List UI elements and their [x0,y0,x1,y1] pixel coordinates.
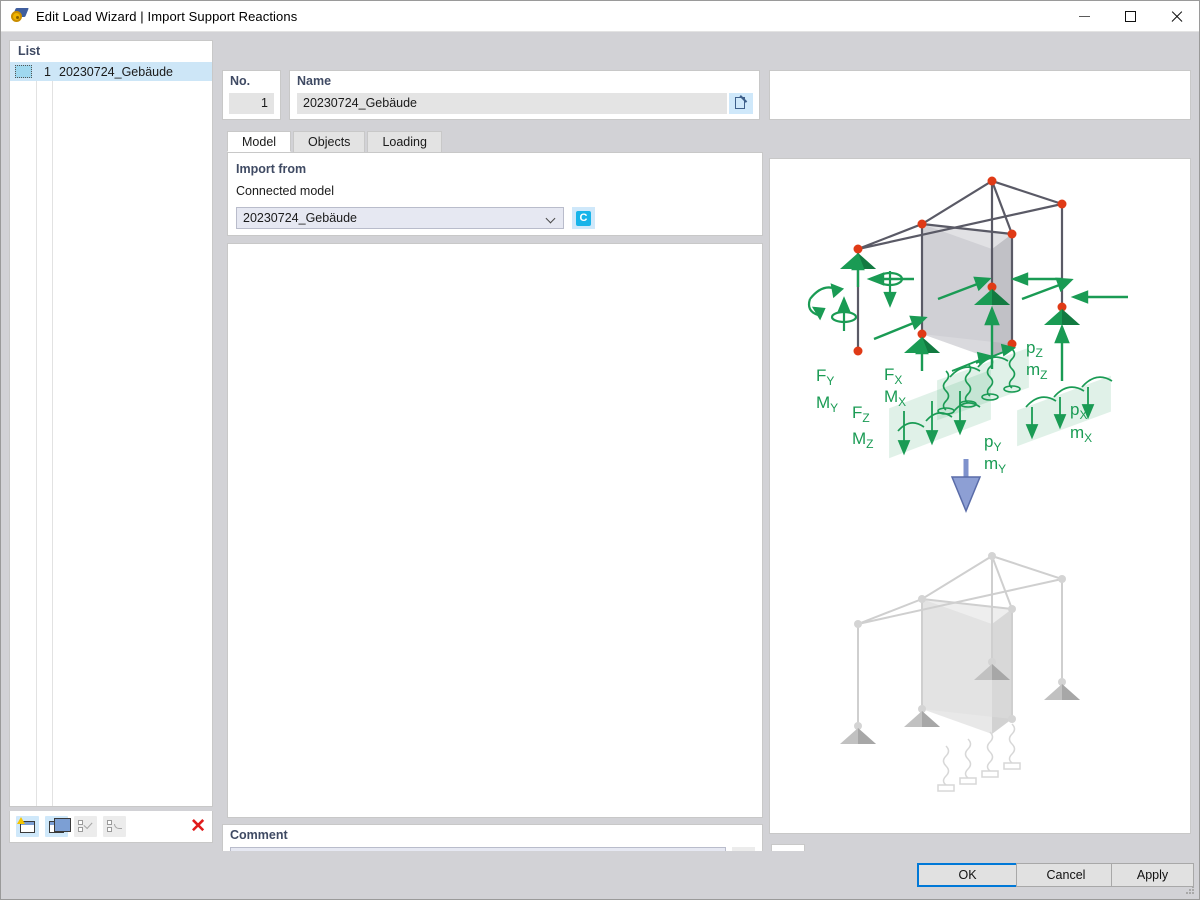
svg-text:pY: pY [984,432,1001,454]
list-header-label: List [18,44,41,58]
edit-name-button[interactable] [729,93,753,114]
window-title: Edit Load Wizard | Import Support Reacti… [36,8,298,24]
connected-model-value: 20230724_Gebäude [243,211,358,225]
new-window-icon [17,816,35,833]
maximize-icon [1124,10,1136,22]
comment-label: Comment [230,828,288,842]
column-divider [52,62,53,806]
distributed-load-px [1017,375,1113,447]
check-all-icon [78,819,93,833]
svg-text:mZ: mZ [1026,360,1048,382]
svg-text:mY: mY [984,454,1006,476]
connected-model-label: Connected model [236,184,334,198]
svg-text:mX: mX [1070,423,1092,445]
edit-pencil-icon [734,95,748,110]
column-divider [36,62,37,806]
select-all-button[interactable] [74,816,97,837]
graphic-preview-panel: FY MY FZ MZ FX MX pZ mZ pX mX pY mY [769,158,1191,834]
apply-button[interactable]: Apply [1111,863,1194,887]
import-from-section: Import from Connected model 20230724_Geb… [227,152,763,236]
top-right-info-panel [769,70,1191,120]
window-controls [1061,1,1199,32]
svg-text:pZ: pZ [1026,338,1043,360]
support-reactions-diagram: FY MY FZ MZ FX MX pZ mZ pX mX pY mY [807,176,1128,792]
svg-text:FY: FY [816,366,834,388]
list-panel: List 1 20230724_Gebäude [9,40,213,807]
number-field-group: No. 1 [222,70,281,120]
invert-selection-button[interactable] [103,816,126,837]
connect-model-button[interactable]: C [572,207,595,229]
name-label: Name [297,74,332,88]
row-checkbox[interactable] [15,65,32,78]
svg-text:MY: MY [816,393,838,415]
dialog-body: List 1 20230724_Gebäude ✕ No. 1 Name 202… [1,32,1199,899]
cancel-button[interactable]: Cancel [1016,863,1116,887]
minimize-icon [1078,15,1090,17]
tab-objects[interactable]: Objects [293,131,366,152]
red-x-icon: ✕ [190,816,206,837]
name-field-group: Name 20230724_Gebäude [289,70,760,120]
minimize-button[interactable] [1061,1,1107,32]
maximize-button[interactable] [1107,1,1153,32]
load-wizard-icon [10,7,29,25]
svg-text:MX: MX [884,387,906,409]
connect-icon: C [576,210,591,226]
copy-window-icon [49,817,71,833]
name-input[interactable]: 20230724_Gebäude [297,93,727,114]
row-name: 20230724_Gebäude [59,64,174,79]
row-number: 1 [44,64,51,79]
close-icon [1170,10,1183,23]
resize-grip[interactable] [1186,886,1196,896]
import-from-title: Import from [236,162,307,176]
invert-selection-icon [107,820,122,833]
number-label: No. [230,74,251,88]
connected-model-row: 20230724_Gebäude C [236,207,754,229]
svg-text:FX: FX [884,365,902,387]
structure-ghost-model [840,552,1080,792]
structure-top-model: FY MY FZ MZ FX MX pZ mZ pX mX pY mY [807,176,1128,513]
svg-text:FZ: FZ [852,403,870,425]
tab-loading[interactable]: Loading [367,131,442,152]
delete-item-button[interactable]: ✕ [190,817,206,836]
content-panel [227,243,763,818]
number-input[interactable]: 1 [229,93,274,114]
list-item[interactable]: 1 20230724_Gebäude [10,62,212,81]
list-toolbar: ✕ [9,811,213,843]
new-item-button[interactable] [16,816,39,837]
copy-item-button[interactable] [45,816,71,837]
footer-bar: OK Cancel Apply [1,851,1199,899]
svg-text:MZ: MZ [852,429,874,451]
title-bar: Edit Load Wizard | Import Support Reacti… [1,1,1199,32]
ok-button[interactable]: OK [917,863,1018,887]
close-button[interactable] [1153,1,1199,32]
connected-model-select[interactable]: 20230724_Gebäude [236,207,564,229]
gravity-arrow [950,459,982,513]
dialog-window: Edit Load Wizard | Import Support Reacti… [0,0,1200,900]
chevron-down-icon [545,213,556,224]
tab-bar: Model Objects Loading [227,131,444,152]
tab-model[interactable]: Model [227,131,292,152]
list-grid: 1 20230724_Gebäude [10,62,212,806]
